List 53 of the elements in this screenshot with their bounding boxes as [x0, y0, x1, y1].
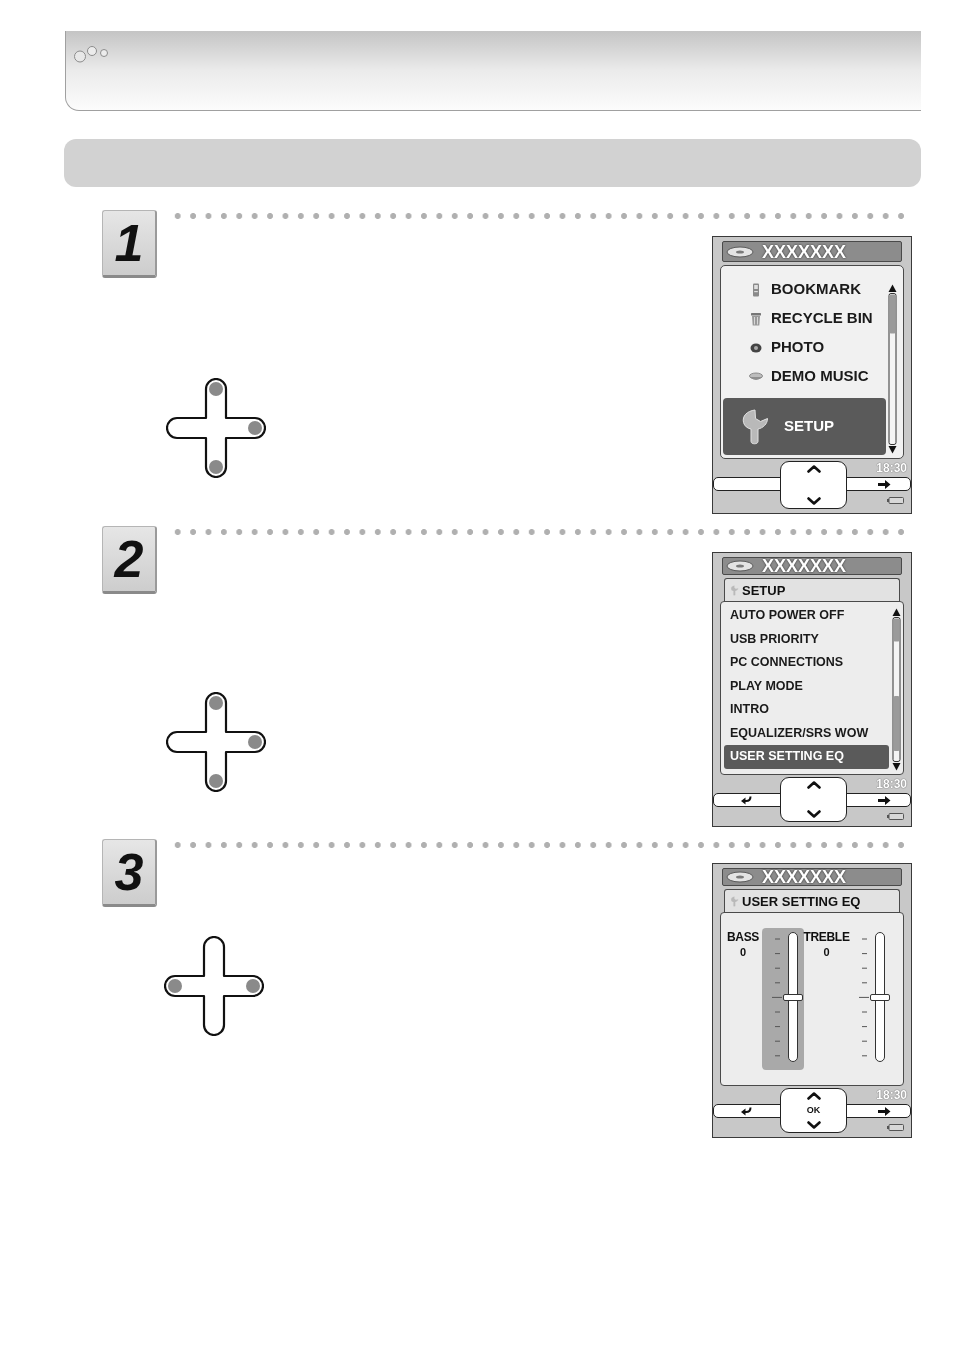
right-arrow-icon	[878, 795, 891, 805]
right-arrow-icon	[878, 479, 891, 489]
screen-title: XXXXXXX	[762, 242, 847, 261]
list-item[interactable]: PLAY MODE	[724, 674, 889, 698]
disc-icon	[726, 871, 754, 883]
list-item[interactable]: AUTO POWER OFF	[724, 604, 889, 628]
menu-item[interactable]: SETUP	[723, 398, 886, 455]
camera-icon	[750, 342, 762, 353]
down-caret-icon	[806, 810, 821, 818]
slider-thumb[interactable]	[870, 993, 890, 1001]
list-item[interactable]: EQUALIZER/SRS WOW	[724, 721, 889, 745]
slider-track[interactable]	[783, 932, 803, 1062]
disc-icon	[726, 245, 754, 258]
slider-value: 0	[823, 945, 830, 959]
down-caret-icon	[806, 1121, 821, 1129]
slider-value: 0	[739, 945, 747, 959]
down-caret-icon	[806, 497, 821, 505]
up-caret-icon	[806, 465, 821, 473]
menu-item[interactable]: PHOTO	[721, 333, 888, 362]
list-item[interactable]: INTRO	[724, 698, 889, 722]
screen-title: XXXXXXX	[762, 557, 847, 575]
up-caret-icon	[806, 781, 821, 789]
slider-label: BASS	[726, 930, 760, 945]
phone-icon	[751, 282, 761, 297]
menu-item[interactable]: RECYCLE BIN	[721, 304, 888, 333]
scrollbar[interactable]	[888, 284, 897, 454]
wrench-icon	[730, 895, 739, 907]
wrench-icon	[730, 584, 739, 596]
scrollbar[interactable]	[892, 608, 901, 771]
screen-title: XXXXXXX	[762, 868, 847, 886]
slider-track[interactable]	[870, 932, 890, 1062]
wrench-icon	[740, 408, 770, 445]
battery-icon	[887, 1124, 904, 1131]
up-caret-icon	[806, 1092, 821, 1100]
list-item[interactable]: USER SETTING EQ	[724, 745, 889, 769]
bowl-icon	[749, 371, 763, 382]
list-item[interactable]: PC CONNECTIONS	[724, 651, 889, 675]
screen-heading: USER SETTING EQ	[742, 894, 861, 908]
battery-icon	[887, 813, 904, 820]
step-number-badge: 3	[102, 839, 157, 907]
ok-label: OK	[806, 1106, 821, 1115]
menu-item[interactable]: DEMO MUSIC	[721, 362, 888, 391]
step-number-badge: 1	[102, 210, 157, 278]
right-arrow-icon	[878, 1106, 891, 1116]
slider-label: TREBLE	[803, 930, 850, 945]
disc-icon	[726, 560, 754, 572]
slider-thumb[interactable]	[783, 993, 803, 1001]
trash-icon	[750, 311, 762, 326]
menu-item[interactable]: BOOKMARK	[721, 275, 888, 304]
battery-icon	[887, 497, 904, 504]
screen-heading: SETUP	[742, 583, 786, 597]
list-item[interactable]: USB PRIORITY	[724, 627, 889, 651]
step-number-badge: 2	[102, 526, 157, 594]
